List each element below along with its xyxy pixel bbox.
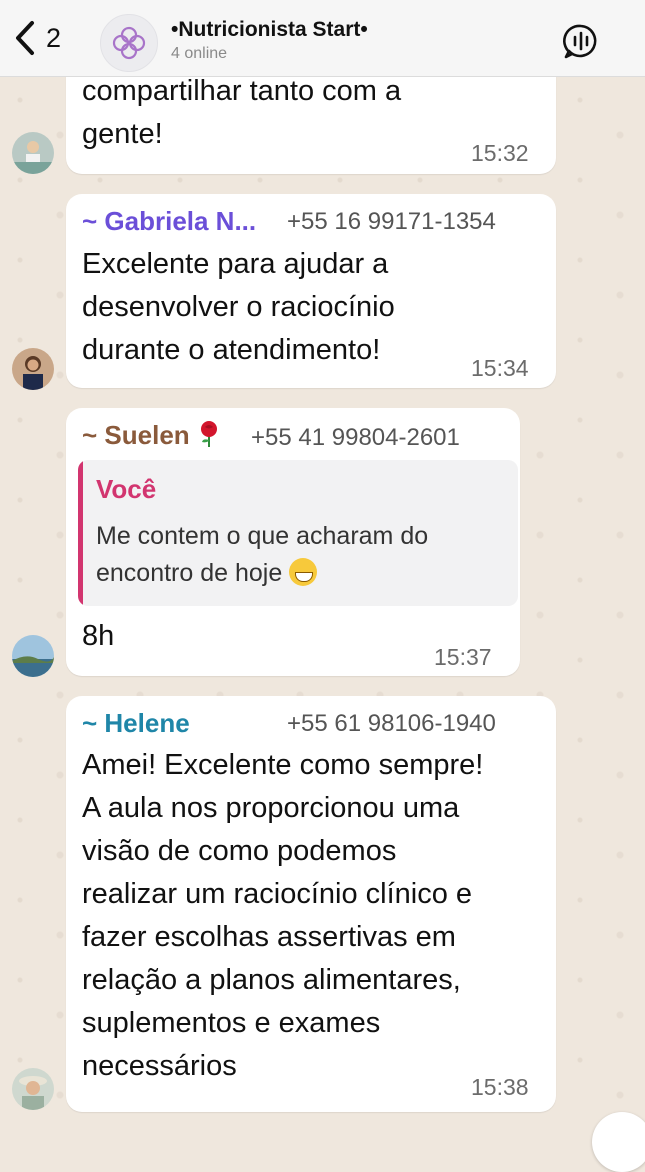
message-text: Excelente para ajudar a bbox=[82, 248, 389, 280]
message-time: 15:37 bbox=[434, 644, 492, 670]
scroll-to-bottom-button[interactable] bbox=[592, 1112, 645, 1172]
sender-phone[interactable]: +55 61 98106-1940 bbox=[287, 710, 496, 738]
sender-avatar[interactable] bbox=[12, 132, 54, 174]
sender-line: ~ Gabriela N... bbox=[82, 206, 256, 237]
sender-line: ~ Helene bbox=[82, 708, 190, 739]
message-text: desenvolver o raciocínio bbox=[82, 291, 395, 323]
message-time: 15:38 bbox=[471, 1074, 529, 1100]
message-text: gente! bbox=[82, 118, 163, 150]
quote-text: Me contem o que acharam do bbox=[96, 522, 429, 550]
flower-logo-icon bbox=[112, 26, 146, 60]
chevron-left-icon bbox=[16, 21, 34, 55]
quote-text-line2: encontro de hoje bbox=[96, 555, 318, 592]
message-text: suplementos e exames bbox=[82, 1007, 381, 1039]
unread-count: 2 bbox=[46, 22, 62, 53]
sender-name[interactable]: ~ Gabriela N... bbox=[82, 206, 256, 236]
chat-header: 2 •Nutricionista Start• 4 online bbox=[0, 0, 645, 77]
message-bubble[interactable]: ~ Helene +55 61 98106-1940 Amei! Excelen… bbox=[66, 696, 556, 1112]
message-bubble[interactable]: ~ Gabriela N... +55 16 99171-1354 Excele… bbox=[66, 194, 556, 388]
sender-name[interactable]: ~ Suelen bbox=[82, 420, 190, 450]
message-text: necessários bbox=[82, 1050, 237, 1082]
sender-line: ~ Suelen bbox=[82, 420, 221, 451]
quote-text: encontro de hoje bbox=[96, 559, 283, 587]
back-button[interactable]: 2 bbox=[14, 18, 61, 58]
message-text: Amei! Excelente como sempre! bbox=[82, 749, 484, 781]
quote-accent-bar bbox=[78, 460, 83, 606]
grinning-emoji-icon bbox=[289, 558, 318, 586]
voice-chat-button[interactable] bbox=[562, 22, 600, 60]
sender-name[interactable]: ~ Helene bbox=[82, 708, 190, 738]
sender-avatar[interactable] bbox=[12, 1068, 54, 1110]
message-text: 8h bbox=[82, 620, 115, 652]
sender-phone[interactable]: +55 41 99804-2601 bbox=[251, 424, 460, 452]
message-text: relação a planos alimentares, bbox=[82, 964, 461, 996]
message-text: visão de como podemos bbox=[82, 835, 397, 867]
sender-avatar[interactable] bbox=[12, 635, 54, 677]
quote-author: Você bbox=[96, 474, 157, 504]
message-text: realizar um raciocínio clínico e bbox=[82, 878, 473, 910]
message-time: 15:32 bbox=[471, 140, 529, 166]
message-text: A aula nos proporcionou uma bbox=[82, 792, 460, 824]
message-text: durante o atendimento! bbox=[82, 334, 381, 366]
rose-emoji-icon bbox=[200, 421, 217, 447]
message-text: fazer escolhas assertivas em bbox=[82, 921, 456, 953]
message-bubble[interactable]: ~ Suelen +55 41 99804-2601 Você Me conte… bbox=[66, 408, 520, 676]
message-time: 15:34 bbox=[471, 355, 529, 381]
sender-phone[interactable]: +55 16 99171-1354 bbox=[287, 208, 496, 236]
online-status: 4 online bbox=[171, 45, 228, 62]
group-avatar[interactable] bbox=[100, 14, 158, 72]
group-title: •Nutricionista Start• bbox=[171, 18, 368, 41]
chat-title-area[interactable]: •Nutricionista Start• 4 online bbox=[171, 18, 368, 63]
audio-wave-icon bbox=[563, 24, 597, 59]
sender-avatar[interactable] bbox=[12, 348, 54, 390]
quoted-message[interactable]: Você Me contem o que acharam do encontro… bbox=[78, 460, 518, 606]
